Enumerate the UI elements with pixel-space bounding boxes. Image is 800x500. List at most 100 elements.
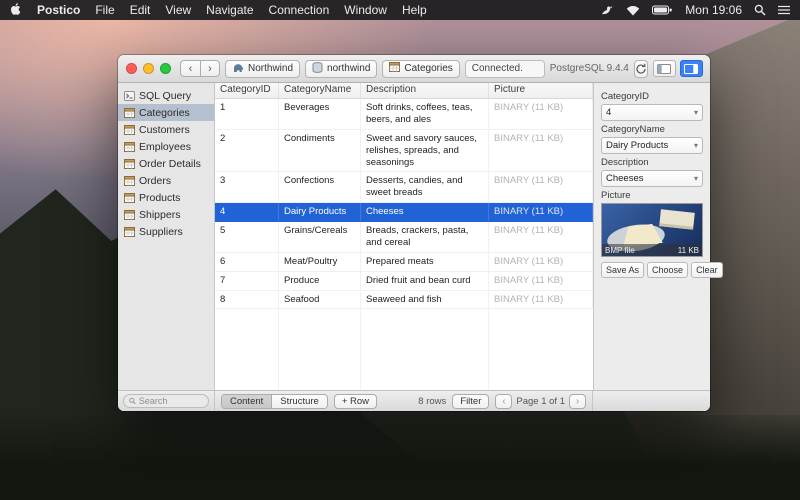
zoom-button[interactable] [160,63,171,74]
sidebar-item-shippers[interactable]: Shippers [118,206,214,223]
detail-panel-icon [684,64,698,74]
cell-categoryname: Confections [279,172,361,202]
battery-icon[interactable] [652,5,673,15]
forward-button[interactable]: › [200,60,220,77]
bird-menu-extra-icon[interactable] [601,5,614,16]
sidebar-item-sql-query[interactable]: SQL Query [118,87,214,104]
notification-center-icon[interactable] [778,5,790,15]
categoryname-combo[interactable]: Dairy Products ▾ [601,137,703,154]
menu-window[interactable]: Window [344,3,387,17]
cell-description: Breads, crackers, pasta, and cereal [361,222,489,252]
footer-detail-section [593,391,710,411]
sidebar-item-categories[interactable]: Categories [118,104,214,121]
sidebar-item-orders[interactable]: Orders [118,172,214,189]
chevron-down-icon: ▾ [694,141,698,150]
cell-categoryname: Grains/Cereals [279,222,361,252]
search-input[interactable] [139,396,203,406]
menu-connection[interactable]: Connection [269,3,330,17]
cell-description: Sweet and savory sauces, relishes, sprea… [361,130,489,172]
table-row[interactable]: 5 Grains/Cereals Breads, crackers, pasta… [215,222,593,253]
toggle-sidebar-button[interactable] [653,60,676,77]
menu-edit[interactable]: Edit [130,3,151,17]
sidebar-item-suppliers[interactable]: Suppliers [118,223,214,240]
table-row[interactable]: 7 Produce Dried fruit and bean curd BINA… [215,272,593,291]
sidebar-item-label: SQL Query [139,90,191,102]
column-header-picture[interactable]: Picture [489,83,593,98]
wifi-icon[interactable] [626,5,640,16]
table-icon [389,62,400,75]
cell-categoryname: Seafood [279,291,361,309]
file-size-label: 11 KB [678,246,699,255]
column-header-description[interactable]: Description [361,83,489,98]
window-footer: Content Structure + Row 8 rows Filter ‹ … [118,390,710,411]
menu-help[interactable]: Help [402,3,427,17]
toggle-detail-panel-button[interactable] [680,60,703,77]
next-page-button[interactable]: › [569,394,586,409]
sidebar-item-products[interactable]: Products [118,189,214,206]
menubar-clock[interactable]: Mon 19:06 [685,3,742,17]
table-row-selected[interactable]: 4 Dairy Products Cheeses BINARY (11 KB) [215,203,593,222]
spotlight-icon[interactable] [754,4,766,16]
table-row[interactable]: 3 Confections Desserts, candies, and swe… [215,172,593,203]
table-row[interactable]: 6 Meat/Poultry Prepared meats BINARY (11… [215,253,593,272]
minimize-button[interactable] [143,63,154,74]
sidebar-item-employees[interactable]: Employees [118,138,214,155]
save-as-button[interactable]: Save As [601,262,644,278]
add-row-button[interactable]: + Row [334,394,377,409]
search-field[interactable] [123,394,209,408]
close-button[interactable] [126,63,137,74]
apple-menu-icon[interactable] [10,2,22,19]
choose-button[interactable]: Choose [647,262,688,278]
sidebar-item-label: Customers [139,124,190,136]
sidebar-item-label: Orders [139,175,171,187]
picture-file-info: BMP file 11 KB [602,244,702,256]
cell-categoryid: 7 [215,272,279,290]
picture-thumbnail[interactable]: BMP file 11 KB [601,203,703,257]
refresh-button[interactable] [634,60,648,78]
breadcrumb-database-label: northwind [327,63,370,74]
field-label-picture: Picture [601,190,703,201]
sql-query-icon [124,91,135,101]
menu-view[interactable]: View [165,3,191,17]
elephant-icon [232,62,244,76]
breadcrumb-database-button[interactable]: northwind [305,60,377,78]
sidebar-item-customers[interactable]: Customers [118,121,214,138]
postico-window: ‹ › Northwind northwind Categories Conne… [118,55,710,411]
cell-picture: BINARY (11 KB) [489,203,593,221]
grid-body: 1 Beverages Soft drinks, coffees, teas, … [215,99,593,390]
clear-button[interactable]: Clear [691,262,723,278]
segment-content[interactable]: Content [222,395,271,408]
column-header-categoryname[interactable]: CategoryName [279,83,361,98]
cell-description: Seaweed and fish [361,291,489,309]
cell-description: Soft drinks, coffees, teas, beers, and a… [361,99,489,129]
segment-structure[interactable]: Structure [271,395,327,408]
description-combo[interactable]: Cheeses ▾ [601,170,703,187]
breadcrumb-table-button[interactable]: Categories [382,60,459,78]
breadcrumb-server-label: Northwind [248,63,293,74]
cell-picture: BINARY (11 KB) [489,272,593,290]
table-icon [124,108,135,118]
back-button[interactable]: ‹ [180,60,200,77]
table-row[interactable]: 2 Condiments Sweet and savory sauces, re… [215,130,593,173]
table-row[interactable]: 1 Beverages Soft drinks, coffees, teas, … [215,99,593,130]
page-indicator: Page 1 of 1 [516,396,565,407]
sidebar-item-label: Products [139,192,180,204]
file-type-label: BMP file [605,246,635,255]
breadcrumb-server-button[interactable]: Northwind [225,60,300,78]
traffic-lights [126,63,171,74]
cell-description: Desserts, candies, and sweet breads [361,172,489,202]
sidebar-panel-icon [657,64,671,74]
sidebar-item-order-details[interactable]: Order Details [118,155,214,172]
menu-file[interactable]: File [95,3,114,17]
menu-navigate[interactable]: Navigate [206,3,253,17]
menubar-app-name[interactable]: Postico [37,3,80,17]
column-header-categoryid[interactable]: CategoryID [215,83,279,98]
categoryid-combo[interactable]: 4 ▾ [601,104,703,121]
table-sidebar: SQL Query Categories Customers Employees… [118,83,215,390]
cell-description: Prepared meats [361,253,489,271]
prev-page-button[interactable]: ‹ [495,394,512,409]
menubar: Postico File Edit View Navigate Connecti… [0,0,800,20]
description-value: Cheeses [606,173,644,184]
filter-button[interactable]: Filter [452,394,489,409]
table-row[interactable]: 8 Seafood Seaweed and fish BINARY (11 KB… [215,291,593,310]
